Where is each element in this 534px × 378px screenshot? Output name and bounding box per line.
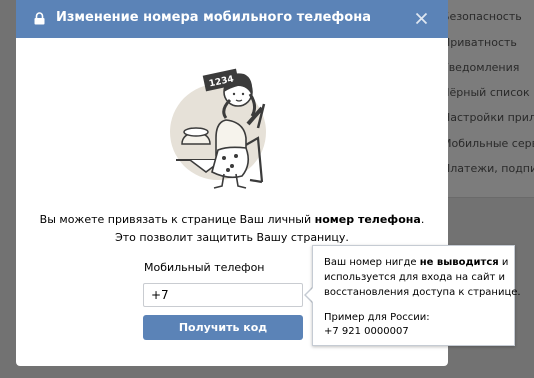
phone-input[interactable] bbox=[143, 283, 303, 307]
close-icon[interactable] bbox=[415, 12, 428, 25]
tooltip-line-3: восстановления доступа к странице. bbox=[324, 287, 521, 298]
phone-field-label: Мобильный телефон bbox=[144, 261, 265, 274]
settings-menu: Безопасность Приватность Уведомления Чёр… bbox=[434, 0, 534, 198]
modal-title: Изменение номера мобильного телефона bbox=[56, 10, 371, 25]
description-line-2: Это позволит защитить Вашу страницу. bbox=[115, 231, 349, 244]
modal-header: Изменение номера мобильного телефона bbox=[16, 0, 448, 38]
menu-item-security[interactable]: Безопасность bbox=[442, 10, 522, 23]
menu-item-payments[interactable]: Платежи, подписк bbox=[442, 162, 534, 175]
menu-item-notifications[interactable]: Уведомления bbox=[442, 61, 519, 74]
menu-item-app-settings[interactable]: Настройки прило bbox=[442, 111, 534, 124]
tooltip-line-1: Ваш номер нигде не выводится и bbox=[324, 257, 509, 268]
phone-illustration: 1234 bbox=[170, 68, 266, 189]
menu-item-mobile-services[interactable]: Мобильные сервис bbox=[442, 137, 534, 150]
get-code-button[interactable]: Получить код bbox=[143, 315, 303, 340]
menu-item-blacklist[interactable]: Чёрный список bbox=[442, 86, 530, 99]
tooltip-example-number: +7 921 0000007 bbox=[324, 326, 409, 337]
menu-item-privacy[interactable]: Приватность bbox=[442, 36, 517, 49]
tooltip-example-label: Пример для России: bbox=[324, 312, 430, 323]
description-line-1: Вы можете привязать к странице Ваш личны… bbox=[39, 213, 425, 226]
phone-hint-tooltip: Ваш номер нигде не выводится и используе… bbox=[312, 245, 521, 346]
lock-icon bbox=[34, 12, 45, 25]
tooltip-line-2: используется для входа на сайт и bbox=[324, 272, 505, 283]
tooltip-arrow-fill bbox=[306, 288, 313, 302]
